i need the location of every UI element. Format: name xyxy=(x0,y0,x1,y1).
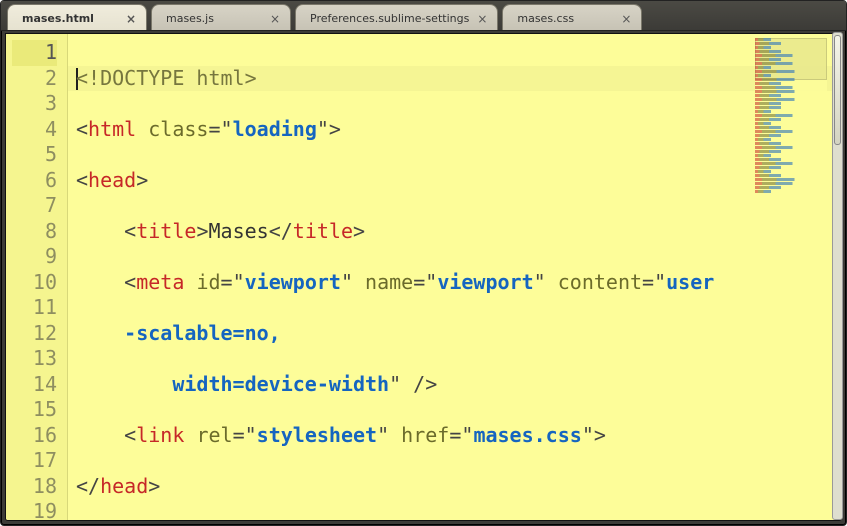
scrollbar-thumb[interactable] xyxy=(834,35,841,145)
line-number: 18 xyxy=(12,474,57,500)
close-icon[interactable]: × xyxy=(126,13,136,25)
line-number: 5 xyxy=(12,142,57,168)
line-number: 19 xyxy=(12,499,57,521)
tab-label: Preferences.sublime-settings xyxy=(310,12,469,25)
line-number: 1 xyxy=(12,40,57,66)
close-icon[interactable]: × xyxy=(270,13,280,25)
line-gutter: 1 2 3 4 5 6 7 8 9 10 11 12 13 14 15 16 1… xyxy=(6,34,68,520)
line-number: 9 xyxy=(12,244,57,270)
line-number: 13 xyxy=(12,346,57,372)
line-number: 10 xyxy=(12,270,57,296)
line-number: 17 xyxy=(12,448,57,474)
line-number: 11 xyxy=(12,295,57,321)
line-number: 7 xyxy=(12,193,57,219)
line-number: 15 xyxy=(12,397,57,423)
line-number: 8 xyxy=(12,219,57,245)
tab-mases-js[interactable]: mases.js × xyxy=(151,4,291,30)
tab-label: mases.css xyxy=(517,12,574,25)
tab-bar: mases.html × mases.js × Preferences.subl… xyxy=(1,1,846,31)
code-line: <!DOCTYPE html> xyxy=(76,66,837,92)
code-line: <title>Mases</title> xyxy=(76,219,837,245)
line-number: 2 xyxy=(12,66,57,92)
code-line: </head> xyxy=(76,474,837,500)
tab-label: mases.js xyxy=(166,12,214,25)
editor-area: 1 2 3 4 5 6 7 8 9 10 11 12 13 14 15 16 1… xyxy=(5,33,842,521)
code-line: <head> xyxy=(76,168,837,194)
close-icon[interactable]: × xyxy=(477,13,487,25)
code-line: width=device-width" /> xyxy=(76,372,837,398)
tab-label: mases.html xyxy=(22,12,94,25)
vertical-scrollbar[interactable] xyxy=(832,32,843,520)
code-line: -scalable=no, xyxy=(76,321,837,347)
code-area[interactable]: <!DOCTYPE html> <html class="loading"> <… xyxy=(68,34,841,520)
close-icon[interactable]: × xyxy=(621,13,631,25)
tab-preferences[interactable]: Preferences.sublime-settings × xyxy=(295,4,498,30)
code-line: <link rel="stylesheet" href="mases.css"> xyxy=(76,423,837,449)
code-line: <html class="loading"> xyxy=(76,117,837,143)
tab-mases-css[interactable]: mases.css × xyxy=(502,4,642,30)
line-number: 4 xyxy=(12,117,57,143)
line-number: 12 xyxy=(12,321,57,347)
tab-mases-html[interactable]: mases.html × xyxy=(7,4,147,30)
line-number: 16 xyxy=(12,423,57,449)
line-number: 3 xyxy=(12,91,57,117)
line-number: 6 xyxy=(12,168,57,194)
code-line: <meta id="viewport" name="viewport" cont… xyxy=(76,270,837,296)
editor-window: mases.html × mases.js × Preferences.subl… xyxy=(0,0,847,526)
line-number: 14 xyxy=(12,372,57,398)
